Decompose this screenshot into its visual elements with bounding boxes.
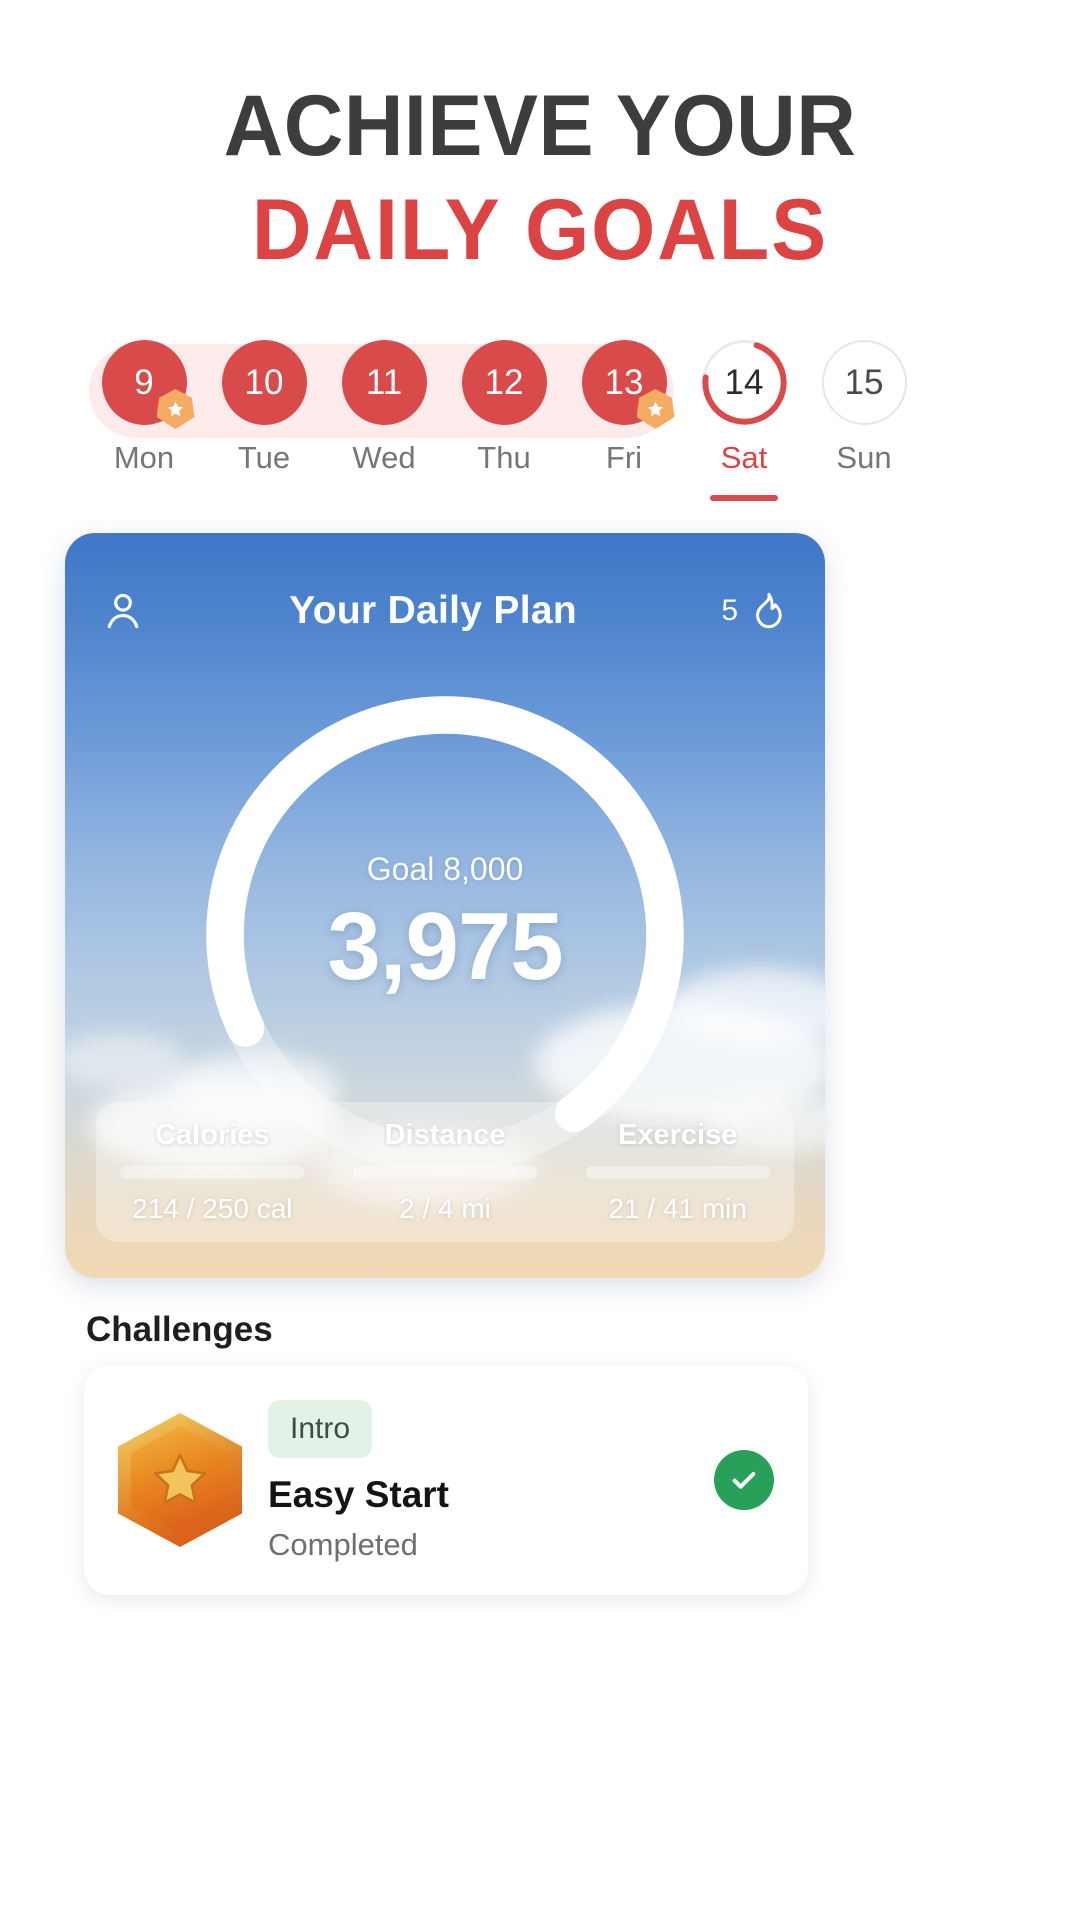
streak-indicator[interactable]: 5 [721,590,789,632]
day-label: Sun [836,440,892,475]
steps-readout: Goal 8,000 3,975 [65,853,825,995]
day-circle: 12 [461,340,547,425]
day-item-tue[interactable]: 10 Tue [204,340,324,501]
stat-value: 214 / 250 cal [132,1193,293,1224]
day-circle-today: 14 [701,340,787,425]
day-label: Tue [237,440,291,475]
day-circle: 10 [221,340,307,425]
status-badge-completed [714,1450,774,1510]
stat-label: Exercise [618,1119,738,1151]
day-number: 9 [134,363,154,402]
day-item-thu[interactable]: 12 Thu [444,340,564,501]
stats-bar: Calories 214 / 250 cal Distance 2 / 4 mi… [96,1102,794,1242]
day-label: Fri [605,440,643,475]
challenge-chip: Intro [268,1400,373,1458]
day-label: Wed [352,440,416,475]
stat-calories[interactable]: Calories 214 / 250 cal [96,1121,329,1223]
stat-progress-track [120,1166,305,1179]
stat-label: Calories [155,1119,270,1151]
star-icon [154,1453,206,1504]
stat-value: 2 / 4 mi [399,1193,491,1224]
challenge-status: Completed [268,1527,418,1562]
headline-line-1: ACHIEVE YOUR [223,78,857,174]
flame-icon [756,592,782,629]
challenge-body: Intro Easy Start Completed [268,1400,714,1560]
app-screen: ACHIEVE YOUR DAILY GOALS 9 Mon 10 Tue 11… [0,0,1080,1920]
week-strip: 9 Mon 10 Tue 11 Wed 12 Thu 13 Fri 14 Sat… [84,340,924,515]
day-item-wed[interactable]: 11 Wed [324,340,444,501]
day-number: 10 [244,363,284,402]
day-circle: 9 [101,340,195,429]
person-icon[interactable] [101,589,145,633]
day-number: 15 [844,363,884,402]
day-list: 9 Mon 10 Tue 11 Wed 12 Thu 13 Fri 14 Sat… [84,340,924,501]
goal-label: Goal 8,000 [366,851,524,887]
stat-exercise[interactable]: Exercise 21 / 41 min [561,1121,794,1223]
day-number: 13 [604,363,644,402]
stat-distance[interactable]: Distance 2 / 4 mi [329,1121,562,1223]
star-medal-icon [118,1413,242,1547]
card-title: Your Daily Plan [289,589,577,632]
stat-value: 21 / 41 min [608,1193,747,1224]
card-header: Your Daily Plan 5 [65,581,825,641]
daily-plan-card[interactable]: Your Daily Plan 5 Goal 8,000 3,975 Calor… [65,533,825,1278]
star-badge-icon [156,389,195,429]
day-label: Mon [113,440,175,475]
page-title: ACHIEVE YOUR DAILY GOALS [0,74,1080,282]
day-circle: 13 [581,340,675,429]
headline-line-2: DAILY GOALS [251,182,829,278]
day-item-sat[interactable]: 14 Sat [684,340,804,501]
day-item-fri[interactable]: 13 Fri [564,340,684,501]
challenges-heading: Challenges [86,1310,273,1349]
day-number: 11 [365,363,403,402]
day-progress-ring [701,340,787,425]
day-item-sun[interactable]: 15 Sun [804,340,924,501]
selected-day-indicator [710,495,778,501]
stat-progress-track [353,1166,537,1179]
stat-progress-track [585,1166,770,1179]
check-icon [732,1472,756,1489]
challenge-name: Easy Start [268,1474,449,1515]
step-count: 3,975 [327,893,563,1000]
day-circle: 15 [821,340,907,425]
challenge-item-easy-start[interactable]: Intro Easy Start Completed [84,1365,808,1595]
stat-label: Distance [384,1119,506,1151]
day-number: 12 [484,363,524,402]
day-circle: 11 [341,340,427,425]
day-item-mon[interactable]: 9 Mon [84,340,204,501]
day-label: Sat [720,440,768,475]
day-label: Thu [477,440,531,475]
streak-count: 5 [721,594,738,627]
